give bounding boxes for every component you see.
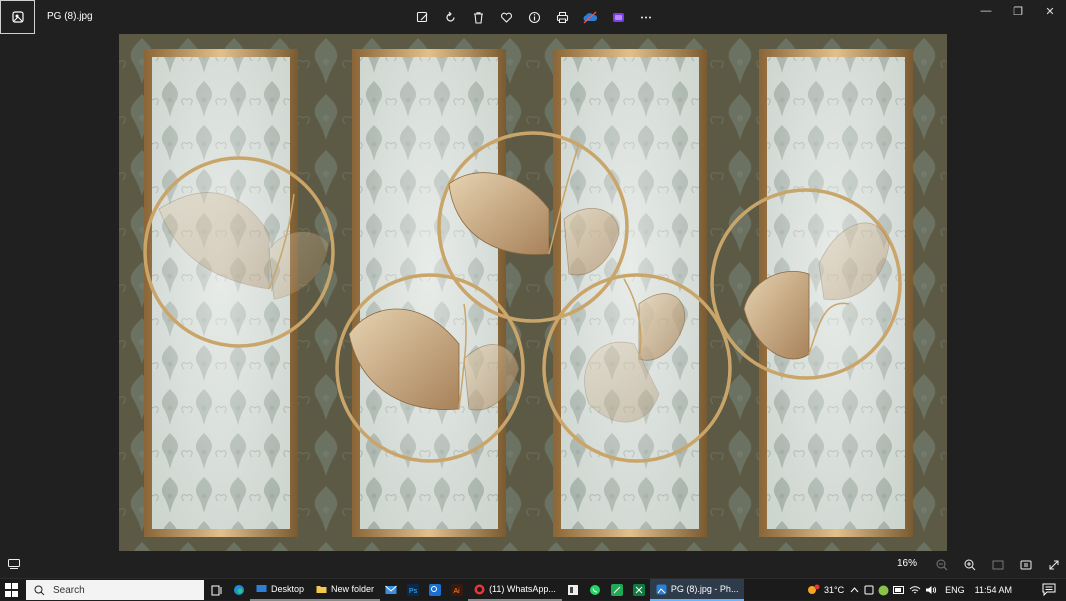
magnifier-app-icon[interactable] — [424, 579, 446, 601]
taskbar-app-label: PG (8).jpg - Ph... — [670, 584, 739, 594]
language-indicator[interactable]: ENG — [945, 579, 965, 601]
taskbar-app-new-folder[interactable]: New folder — [310, 579, 381, 601]
bottom-bar: 16% — [0, 551, 1066, 578]
favorite-icon[interactable] — [492, 6, 520, 28]
taskbar-app-label: (11) WhatsApp... — [489, 584, 556, 594]
system-tray: 31°C ENG 11:54 AM — [806, 579, 1012, 601]
office-icon[interactable] — [562, 579, 584, 601]
notification-icon[interactable] — [1042, 583, 1056, 597]
task-view-icon[interactable] — [206, 579, 228, 601]
edit-image-icon[interactable] — [408, 6, 436, 28]
illustrator-icon[interactable]: Ai — [446, 579, 468, 601]
minimize-button[interactable]: — — [970, 0, 1002, 22]
close-button[interactable]: ✕ — [1034, 0, 1066, 22]
wifi-icon[interactable] — [909, 579, 921, 601]
windows-taskbar: Search Desktop New folder Ps Ai (11) Wha… — [0, 578, 1066, 601]
tray-app-icon[interactable] — [864, 579, 874, 601]
fullscreen-icon[interactable] — [1040, 555, 1066, 575]
taskbar-app-desktop[interactable]: Desktop — [250, 579, 311, 601]
delete-icon[interactable] — [464, 6, 492, 28]
clock[interactable]: 11:54 AM — [975, 579, 1012, 601]
excel-icon[interactable] — [628, 579, 650, 601]
slideshow-icon[interactable] — [1012, 555, 1040, 575]
taskbar-apps: Desktop New folder Ps Ai (11) WhatsApp..… — [206, 579, 745, 601]
fit-to-window-icon[interactable] — [984, 555, 1012, 575]
onedrive-icon[interactable] — [576, 6, 604, 28]
svg-text:Ps: Ps — [409, 588, 418, 595]
zoom-in-icon[interactable] — [956, 555, 984, 575]
image-toolbar — [408, 6, 660, 28]
mail-icon[interactable] — [380, 579, 402, 601]
image-viewer[interactable] — [119, 34, 947, 551]
start-button[interactable] — [5, 583, 19, 597]
volume-icon[interactable] — [925, 579, 937, 601]
more-icon[interactable] — [632, 6, 660, 28]
print-icon[interactable] — [548, 6, 576, 28]
search-icon — [34, 585, 45, 595]
zoom-level: 16% — [897, 558, 918, 569]
zoom-out-icon[interactable] — [928, 555, 956, 575]
battery-icon[interactable] — [893, 579, 905, 601]
taskbar-app-label: Desktop — [271, 584, 305, 594]
file-name: PG (8).jpg — [47, 11, 93, 22]
weather-temperature[interactable]: 31°C — [824, 579, 844, 601]
clipchamp-icon[interactable] — [604, 6, 632, 28]
maximize-button[interactable]: ❐ — [1002, 0, 1034, 22]
window-controls: — ❐ ✕ — [970, 0, 1066, 22]
taskbar-app-photos[interactable]: PG (8).jpg - Ph... — [649, 579, 745, 601]
weather-icon[interactable] — [806, 579, 820, 601]
edge-icon[interactable] — [228, 579, 250, 601]
photos-app-window: PG (8).jpg — ❐ ✕ 16% — [0, 0, 1066, 578]
green-app-icon[interactable] — [606, 579, 628, 601]
whatsapp-icon[interactable] — [584, 579, 606, 601]
taskbar-app-label: New folder — [331, 584, 375, 594]
displayed-photo — [119, 34, 947, 551]
rotate-icon[interactable] — [436, 6, 464, 28]
search-placeholder: Search — [53, 584, 85, 596]
tray-green-icon[interactable] — [878, 579, 889, 601]
zoom-controls — [928, 555, 1066, 575]
taskbar-app-whatsapp-browser[interactable]: (11) WhatsApp... — [468, 579, 562, 601]
filmstrip-icon[interactable] — [6, 557, 22, 571]
taskbar-search[interactable]: Search — [26, 580, 204, 600]
info-icon[interactable] — [520, 6, 548, 28]
svg-text:Ai: Ai — [454, 588, 461, 595]
photos-app-icon[interactable] — [0, 0, 35, 34]
title-bar: PG (8).jpg — ❐ ✕ — [0, 0, 1066, 34]
chevron-up-icon[interactable] — [848, 579, 860, 601]
photoshop-icon[interactable]: Ps — [402, 579, 424, 601]
